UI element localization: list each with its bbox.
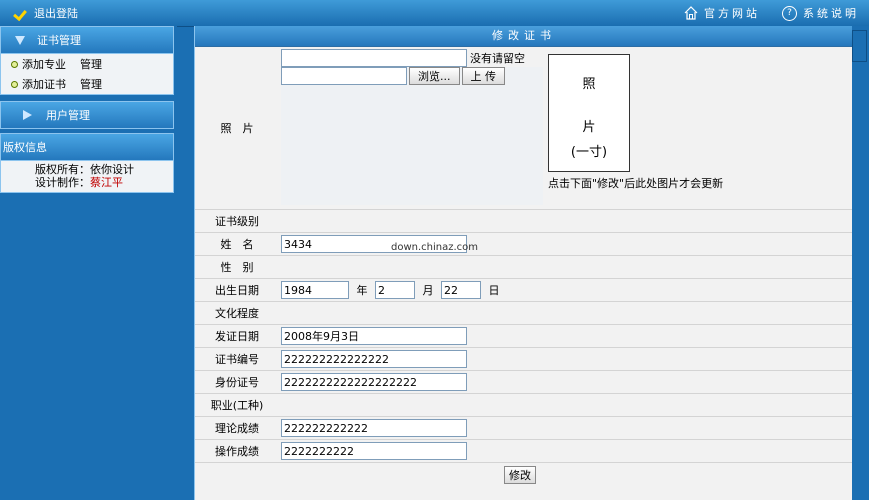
cert-no-input[interactable] [281,350,467,368]
photo-text-1: 照 [582,77,596,92]
checkmark-icon [14,6,28,20]
name-label: 姓 名 [195,232,279,256]
sidebar-item-manage[interactable]: 管理 [80,56,102,72]
sidebar-item-add-major[interactable]: 添加专业 管理 [1,54,173,74]
gender-label: 性 别 [195,255,279,279]
bullet-icon [11,60,18,68]
upload-area: 浏览... 上 传 [281,67,543,205]
sidebar-section-user-label: 用户管理 [46,109,90,122]
practice-score-label: 操作成绩 [195,439,279,463]
day-unit: 日 [488,283,500,297]
upload-button[interactable]: 上 传 [461,67,505,85]
triangle-down-icon [15,35,25,45]
sidebar: 证书管理 添加专业 管理 添加证书 管理 用户管理 版权信息 版权所有：依你设计… [0,26,177,500]
photo-path-row: 没有请留空 [281,49,525,67]
sidebar-section-cert-label: 证书管理 [37,34,81,47]
upload-hint: 没有请留空 [470,52,525,65]
photo-cell: 没有请留空 浏览... 上 传 照 片 (一寸) 点击下面"修改"后此处图片才会… [279,47,853,210]
file-input[interactable] [281,67,407,85]
occupation-label: 职业(工种) [195,393,279,417]
sidebar-cert-items: 添加专业 管理 添加证书 管理 [0,54,174,95]
occupation-value [279,393,853,417]
sidebar-item-label[interactable]: 添加专业 [22,56,66,72]
birth-year-input[interactable] [281,281,349,299]
help-label: 系统说明 [803,7,859,20]
top-bar: 退出登陆 官方网站 ? 系统说明 [0,0,869,27]
help-link[interactable]: ? 系统说明 [782,5,859,21]
sidebar-item-add-cert[interactable]: 添加证书 管理 [1,74,173,94]
birth-month-input[interactable] [375,281,415,299]
browse-button[interactable]: 浏览... [409,67,460,85]
theory-score-label: 理论成绩 [195,416,279,440]
birth-label: 出生日期 [195,278,279,302]
bullet-icon [11,80,18,88]
page-title: 修改证书 [195,26,853,47]
level-value [279,209,853,233]
photo-note: 点击下面"修改"后此处图片才会更新 [548,177,724,190]
practice-score-input[interactable] [281,442,467,460]
scrollbar[interactable] [852,26,869,500]
sidebar-section-user[interactable]: 用户管理 [0,101,174,129]
sidebar-section-cert[interactable]: 证书管理 [0,26,174,54]
issue-date-input[interactable] [281,327,467,345]
scroll-thumb[interactable] [852,30,867,62]
designer-name: 蔡江平 [90,176,123,189]
theory-score-input[interactable] [281,419,467,437]
sidebar-item-label[interactable]: 添加证书 [22,76,66,92]
id-no-label: 身份证号 [195,370,279,394]
photo-path-input[interactable] [281,49,467,67]
copyright-owner: 依你设计 [90,163,134,176]
photo-preview: 照 片 (一寸) [548,54,630,172]
copyright-owner-label: 版权所有： [35,163,90,176]
watermark: down.chinaz.com [391,242,479,253]
official-site-link[interactable]: 官方网站 [684,5,760,21]
house-icon [684,6,698,20]
design-label: 设计制作： [35,176,90,189]
triangle-right-icon [23,110,32,120]
logout-label: 退出登陆 [34,7,78,20]
photo-text-3: (一寸) [570,145,608,160]
issue-date-label: 发证日期 [195,324,279,348]
gender-value [279,255,853,279]
sidebar-item-manage[interactable]: 管理 [80,76,102,92]
copyright-title: 版权信息 [3,141,47,154]
id-no-input[interactable] [281,373,467,391]
main-panel: 修改证书 照 片 没有请留空 浏览... 上 传 照 片 (一寸) 点击下面"修… [194,26,853,500]
birth-day-input[interactable] [441,281,481,299]
top-links: 官方网站 ? 系统说明 [684,5,859,21]
question-icon: ? [782,5,797,21]
cert-no-label: 证书编号 [195,347,279,371]
photo-text-2: 片 [582,120,596,135]
education-label: 文化程度 [195,301,279,325]
year-unit: 年 [356,283,368,297]
copyright-info: 版权所有：依你设计 设计制作：蔡江平 [0,161,174,193]
submit-button[interactable]: 修改 [504,465,536,484]
official-site-label: 官方网站 [704,7,760,20]
photo-label: 照 片 [195,47,279,210]
month-unit: 月 [422,283,434,297]
logout-link[interactable]: 退出登陆 [14,5,78,21]
sidebar-section-copyright: 版权信息 [0,133,174,161]
education-value [279,301,853,325]
level-label: 证书级别 [195,209,279,233]
cert-form: 照 片 没有请留空 浏览... 上 传 照 片 (一寸) 点击下面"修改"后此处… [195,47,853,486]
